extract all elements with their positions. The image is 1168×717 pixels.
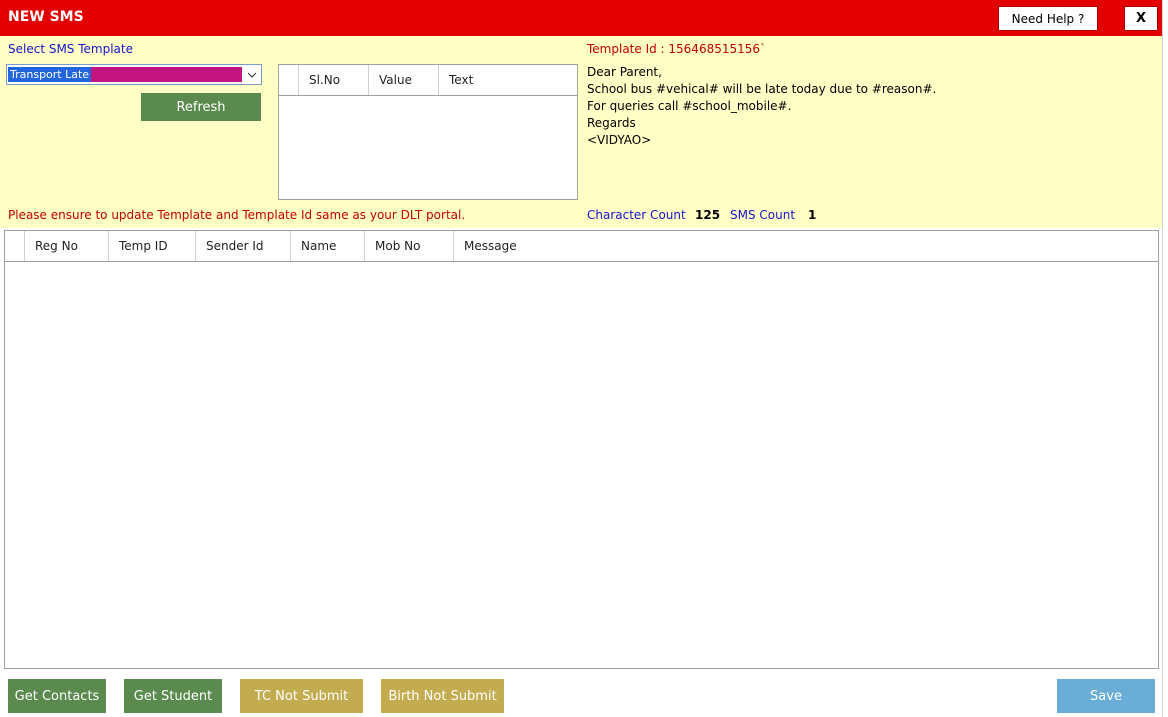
message-line: Regards [587, 116, 636, 130]
chevron-down-icon[interactable] [243, 65, 261, 84]
selected-template-value: Transport Late [8, 67, 92, 82]
recipients-grid-header: Reg No Temp ID Sender Id Name Mob No Mes… [5, 231, 1158, 262]
column-header-mob-no[interactable]: Mob No [365, 231, 454, 261]
column-header[interactable]: Sl.No [299, 65, 369, 95]
parameter-grid-header: Sl.No Value Text [279, 65, 577, 96]
row-header-cell [279, 65, 299, 95]
recipients-grid[interactable]: Reg No Temp ID Sender Id Name Mob No Mes… [4, 230, 1159, 669]
selected-text-highlight: Transport Late [8, 67, 242, 82]
dlt-warning-text: Please ensure to update Template and Tem… [8, 208, 466, 222]
message-line: For queries call #school_mobile#. [587, 99, 792, 113]
tc-not-submit-button[interactable]: TC Not Submit [240, 679, 363, 713]
message-line: <VIDYAO> [587, 133, 652, 147]
column-header-temp-id[interactable]: Temp ID [109, 231, 196, 261]
row-header-cell [5, 231, 25, 261]
need-help-button[interactable]: Need Help ? [998, 6, 1098, 31]
window-title: NEW SMS [8, 9, 84, 25]
template-id-label: Template Id : 156468515156` [587, 42, 767, 56]
column-header[interactable]: Text [439, 65, 577, 95]
sms-count-value: 1 [808, 208, 817, 222]
select-template-label: Select SMS Template [8, 42, 133, 56]
column-header-name[interactable]: Name [291, 231, 365, 261]
title-bar [0, 0, 1162, 36]
message-preview: Dear Parent, School bus #vehical# will b… [587, 64, 1147, 149]
template-select[interactable]: Transport Late [6, 64, 262, 85]
message-line: School bus #vehical# will be late today … [587, 82, 937, 96]
get-student-button[interactable]: Get Student [124, 679, 222, 713]
character-count-label: Character Count [587, 208, 686, 222]
column-header-sender-id[interactable]: Sender Id [196, 231, 291, 261]
column-header[interactable]: Value [369, 65, 439, 95]
character-count-value: 125 [695, 208, 721, 222]
message-line: Dear Parent, [587, 65, 662, 79]
column-header-reg-no[interactable]: Reg No [25, 231, 109, 261]
refresh-button[interactable]: Refresh [141, 93, 261, 121]
parameter-grid[interactable]: Sl.No Value Text [278, 64, 578, 200]
column-header-message[interactable]: Message [454, 231, 1158, 261]
sms-count-label: SMS Count [730, 208, 796, 222]
get-contacts-button[interactable]: Get Contacts [8, 679, 106, 713]
window-edge [1162, 0, 1168, 717]
birth-not-submit-button[interactable]: Birth Not Submit [381, 679, 504, 713]
save-button[interactable]: Save [1057, 679, 1155, 713]
close-button[interactable]: X [1124, 6, 1158, 31]
